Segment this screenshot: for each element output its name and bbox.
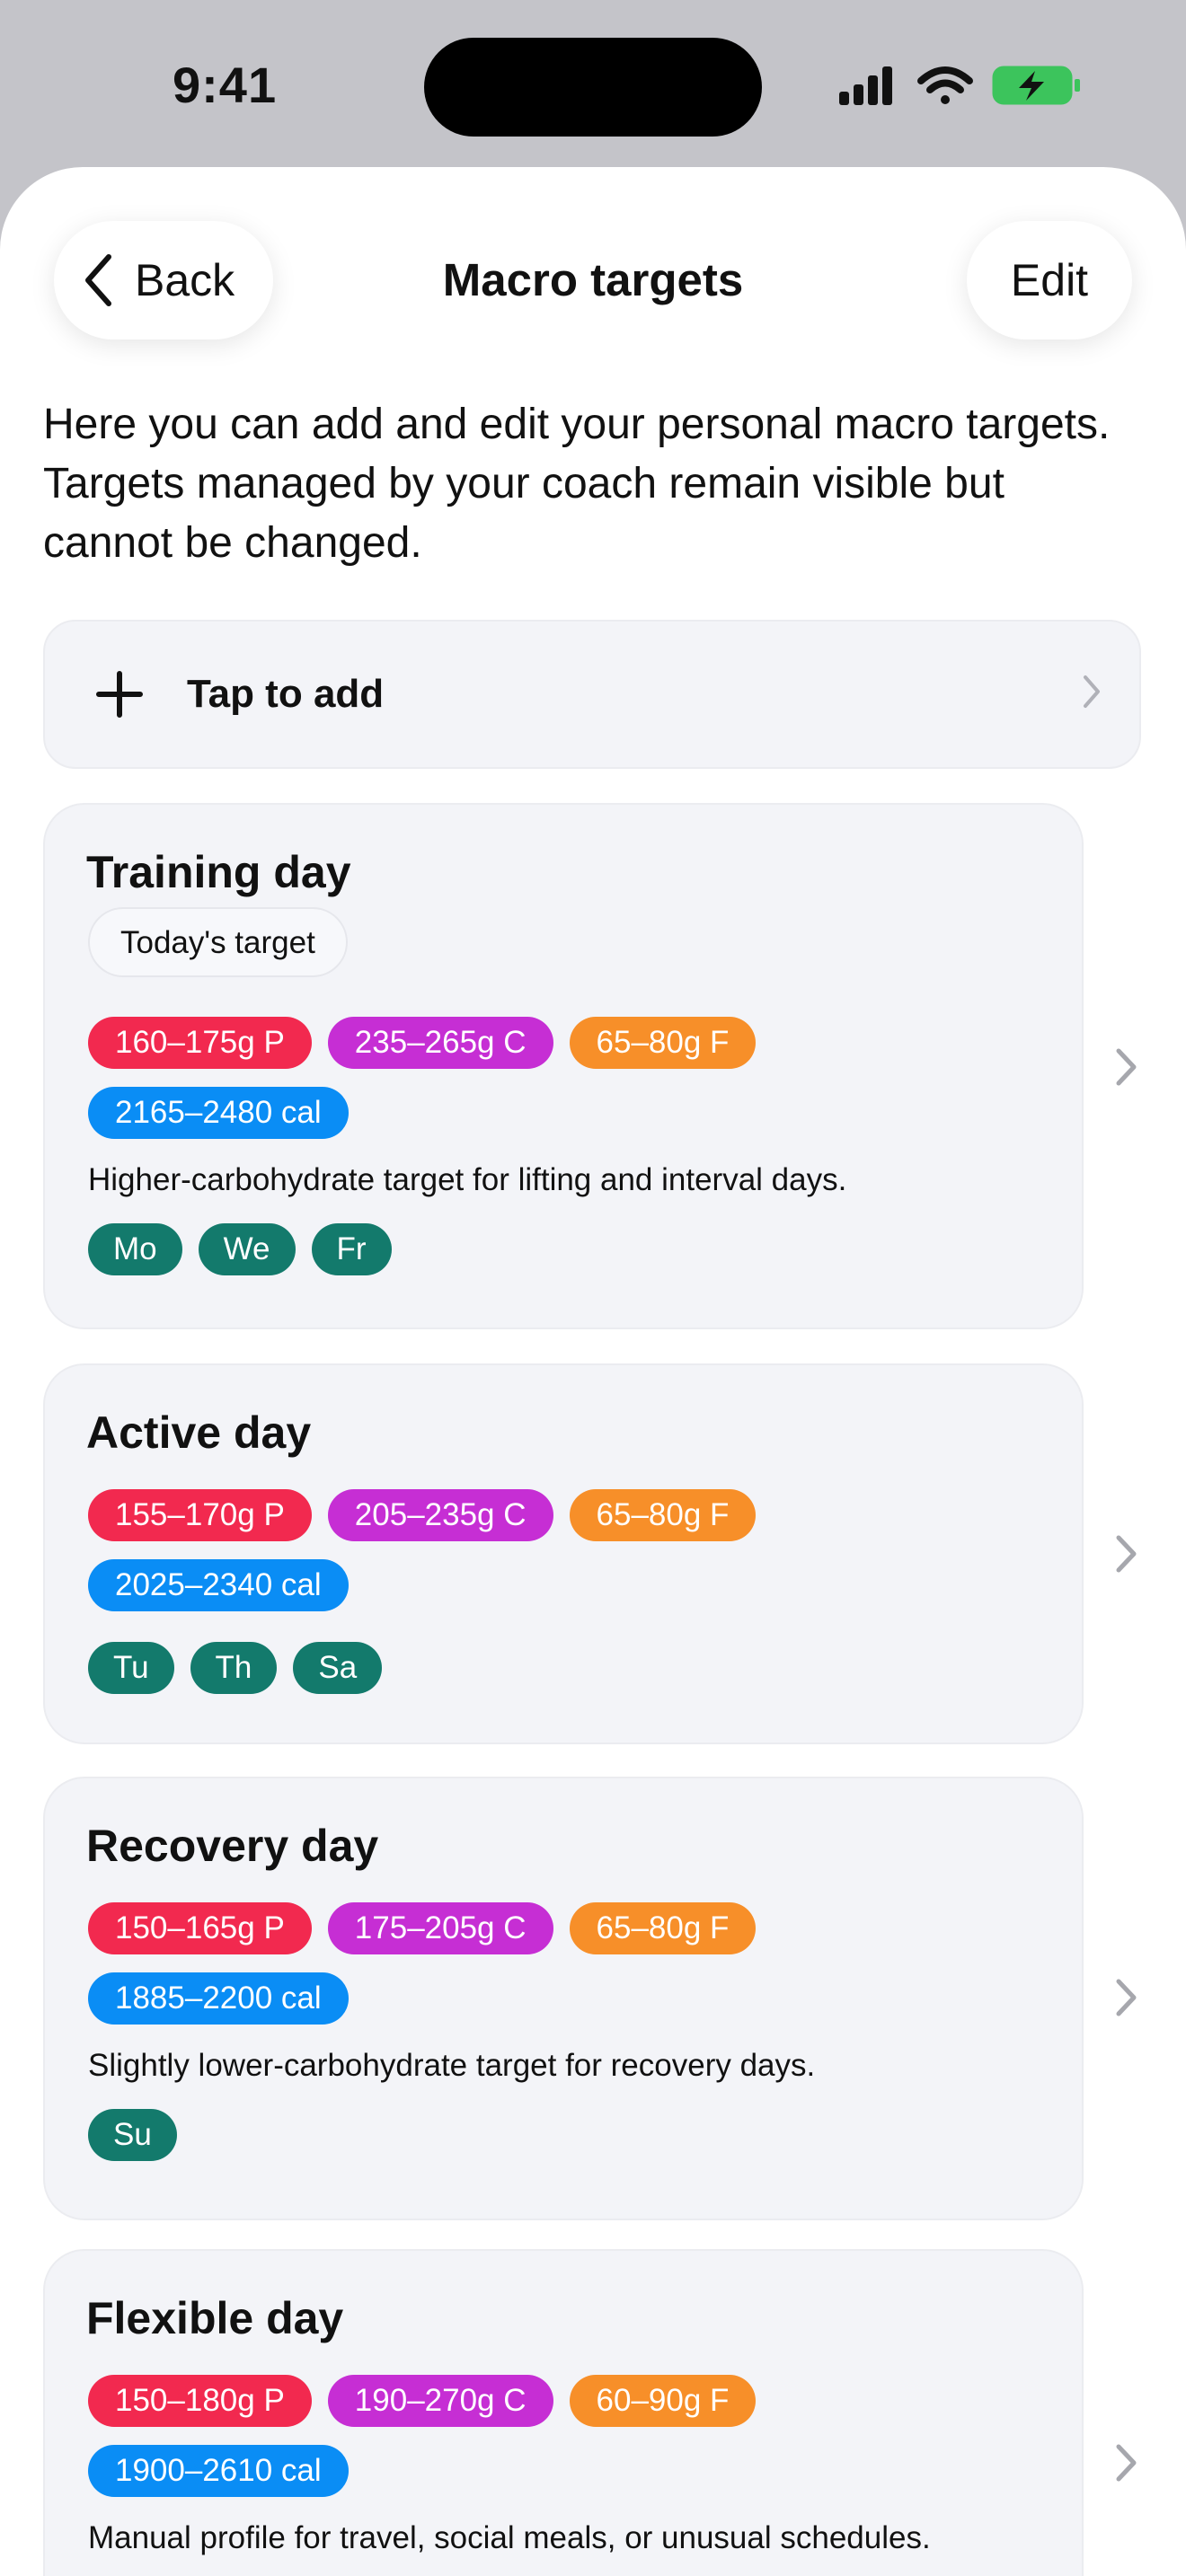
calories-chip: 1900–2610 cal bbox=[88, 2445, 349, 2497]
chevron-right-icon bbox=[1116, 1535, 1137, 1573]
calories-chip: 2165–2480 cal bbox=[88, 1087, 349, 1139]
macro-chips: 160–175g P 235–265g C 65–80g F bbox=[88, 1017, 757, 1069]
day-chips: Tu Th Sa bbox=[88, 1642, 383, 1694]
card-title: Flexible day bbox=[86, 2293, 344, 2343]
day-chip: Su bbox=[88, 2109, 177, 2161]
carbs-chip: 190–270g C bbox=[327, 2375, 553, 2427]
macro-chips: 150–165g P 175–205g C 65–80g F bbox=[88, 1902, 757, 1954]
card-description: Slightly lower-carbohydrate target for r… bbox=[88, 2048, 816, 2083]
day-chips: Mo We Fr bbox=[88, 1223, 392, 1275]
protein-chip: 160–175g P bbox=[88, 1017, 312, 1069]
add-target-row[interactable]: Tap to add bbox=[43, 620, 1141, 769]
protein-chip: 150–180g P bbox=[88, 2375, 312, 2427]
day-chip: Fr bbox=[311, 1223, 392, 1275]
navigation-bar: Back Macro targets Edit bbox=[0, 167, 1186, 356]
protein-chip: 155–170g P bbox=[88, 1489, 312, 1541]
edit-button[interactable]: Edit bbox=[967, 221, 1132, 340]
signal-icon bbox=[839, 66, 892, 105]
add-label: Tap to add bbox=[187, 672, 385, 716]
fat-chip: 65–80g F bbox=[569, 1902, 757, 1954]
fat-chip: 65–80g F bbox=[569, 1017, 757, 1069]
macro-chips: 155–170g P 205–235g C 65–80g F bbox=[88, 1489, 757, 1541]
card-description: Higher-carbohydrate target for lifting a… bbox=[88, 1162, 847, 1197]
fat-chip: 65–80g F bbox=[569, 1489, 757, 1541]
chevron-right-icon bbox=[1084, 675, 1100, 708]
day-chip: Tu bbox=[88, 1642, 174, 1694]
day-chip: Th bbox=[190, 1642, 278, 1694]
chevron-right-icon bbox=[1116, 1048, 1137, 1086]
protein-chip: 150–165g P bbox=[88, 1902, 312, 1954]
status-time: 9:41 bbox=[173, 57, 278, 113]
calories-chip: 1885–2200 cal bbox=[88, 1972, 349, 2025]
calories-chip: 2025–2340 cal bbox=[88, 1559, 349, 1611]
carbs-chip: 235–265g C bbox=[327, 1017, 553, 1069]
carbs-chip: 205–235g C bbox=[327, 1489, 553, 1541]
chevron-right-icon bbox=[1116, 1979, 1137, 2016]
day-chip: Mo bbox=[88, 1223, 182, 1275]
calorie-chips: 1885–2200 cal bbox=[88, 1972, 349, 2025]
day-chip: We bbox=[198, 1223, 296, 1275]
target-card-training-day[interactable]: Training day Today's target 160–175g P 2… bbox=[43, 803, 1084, 1329]
calorie-chips: 1900–2610 cal bbox=[88, 2445, 349, 2497]
card-title: Training day bbox=[86, 847, 351, 897]
card-title: Recovery day bbox=[86, 1821, 379, 1871]
todays-target-badge: Today's target bbox=[88, 907, 348, 977]
battery-charging-icon bbox=[992, 66, 1080, 105]
fat-chip: 60–90g F bbox=[569, 2375, 757, 2427]
card-description: Manual profile for travel, social meals,… bbox=[88, 2520, 931, 2555]
target-card-recovery-day[interactable]: Recovery day 150–165g P 175–205g C 65–80… bbox=[43, 1777, 1084, 2220]
dynamic-island bbox=[424, 38, 762, 137]
status-icons bbox=[839, 63, 1082, 108]
plus-icon bbox=[96, 671, 143, 718]
chevron-right-icon bbox=[1116, 2444, 1137, 2482]
card-title: Active day bbox=[86, 1407, 312, 1458]
calorie-chips: 2025–2340 cal bbox=[88, 1559, 349, 1611]
macro-targets-sheet: Back Macro targets Edit Here you can add… bbox=[0, 167, 1186, 2576]
day-chips: Su bbox=[88, 2109, 177, 2161]
status-bar: 9:41 bbox=[0, 0, 1186, 171]
carbs-chip: 175–205g C bbox=[327, 1902, 553, 1954]
target-card-active-day[interactable]: Active day 155–170g P 205–235g C 65–80g … bbox=[43, 1363, 1084, 1744]
wifi-icon bbox=[917, 66, 973, 104]
calorie-chips: 2165–2480 cal bbox=[88, 1087, 349, 1139]
day-chip: Sa bbox=[293, 1642, 383, 1694]
macro-chips: 150–180g P 190–270g C 60–90g F bbox=[88, 2375, 757, 2427]
target-card-flexible-day[interactable]: Flexible day 150–180g P 190–270g C 60–90… bbox=[43, 2249, 1084, 2576]
intro-text: Here you can add and edit your personal … bbox=[43, 401, 1111, 567]
